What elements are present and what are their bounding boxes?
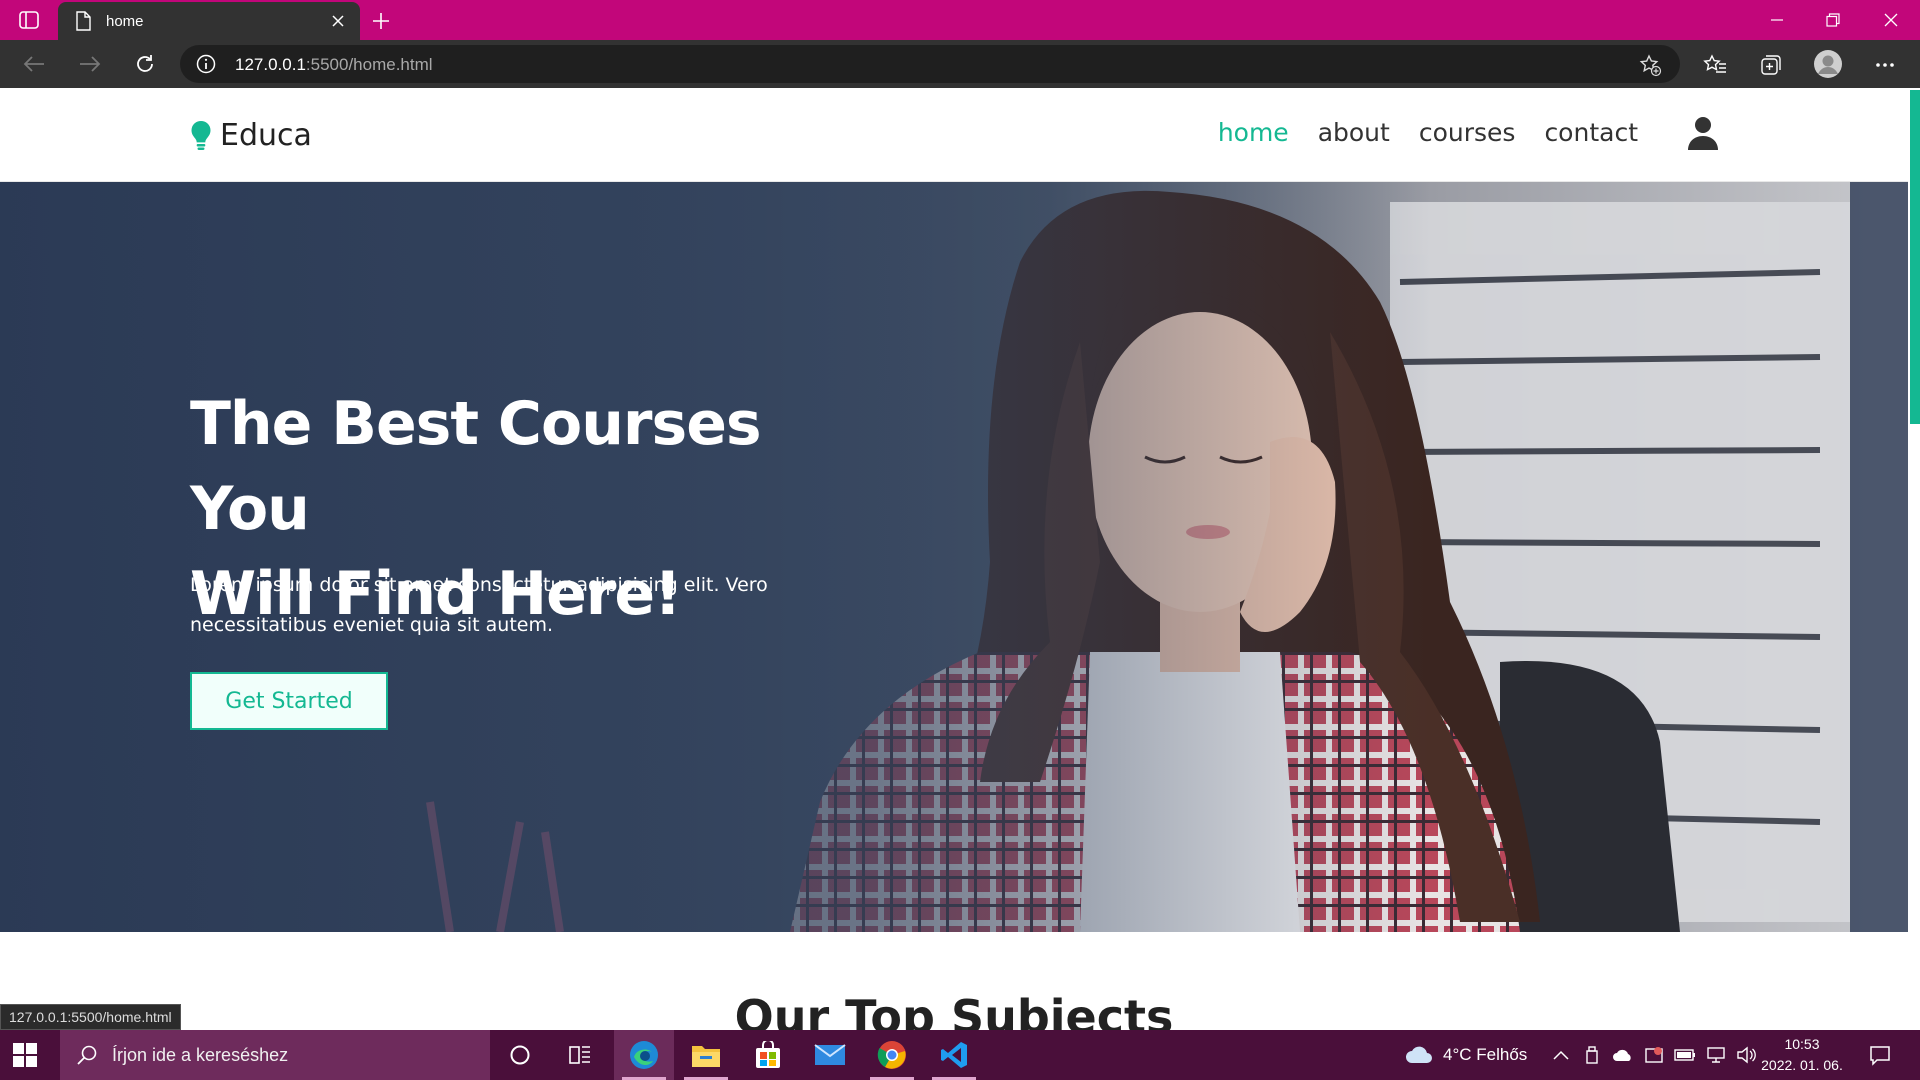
page-viewport: Educa home about courses contact The Bes… [0,88,1920,1030]
cloud-icon [1406,1046,1432,1063]
usb-device-icon[interactable] [1584,1046,1600,1064]
notifications-icon[interactable] [1850,1030,1910,1080]
taskbar-search-box[interactable]: Írjon ide a kereséshez [60,1030,490,1080]
clock[interactable]: 10:53 2022. 01. 06. [1752,1034,1852,1076]
url-text: 127.0.0.1:5500/home.html [235,55,433,74]
forward-arrow-icon[interactable] [76,50,104,78]
mail-icon[interactable] [800,1030,860,1080]
collections-icon[interactable] [1758,52,1784,78]
search-placeholder: Írjon ide a kereséshez [112,1044,289,1065]
back-arrow-icon[interactable] [20,50,48,78]
add-favorite-icon[interactable] [1638,53,1662,77]
close-tab-icon[interactable] [328,11,348,31]
site-logo[interactable]: Educa [190,118,312,153]
network-icon[interactable] [1706,1046,1726,1064]
lightbulb-icon [191,120,211,150]
weather-widget[interactable]: 4°C Felhős [1405,1030,1527,1080]
edge-browser-icon[interactable] [614,1030,674,1080]
minimize-button[interactable] [1748,0,1806,40]
tab-actions-menu-icon[interactable] [18,9,40,31]
search-icon [77,1045,97,1065]
browser-tab-home[interactable]: home [58,2,360,40]
chrome-icon[interactable] [862,1030,922,1080]
windows-taskbar: Írjon ide a kereséshez 4°C Felhős 10:53 [0,1030,1920,1080]
browser-toolbar: 127.0.0.1:5500/home.html [0,40,1920,88]
hero-section: The Best Courses You Will Find Here! Lore… [0,182,1908,932]
profile-avatar-icon[interactable] [1813,49,1843,79]
nav-contact-link[interactable]: contact [1544,118,1638,147]
tab-title: home [106,12,144,30]
hero-description: Lorem ipsum dolor sit amet consectetur a… [190,574,768,636]
page-scrollbar[interactable] [1908,88,1920,1030]
user-icon[interactable] [1686,116,1720,152]
task-view-icon[interactable] [550,1030,610,1080]
main-nav: home about courses contact [1218,118,1638,147]
address-bar[interactable]: 127.0.0.1:5500/home.html [180,45,1680,83]
favorites-icon[interactable] [1702,52,1728,78]
nav-home-link[interactable]: home [1218,118,1289,147]
clock-date: 2022. 01. 06. [1761,1057,1843,1073]
vscode-icon[interactable] [924,1030,984,1080]
weather-text: 4°C Felhős [1443,1045,1528,1064]
status-bar-url: 127.0.0.1:5500/home.html [0,1004,181,1030]
section-heading: Our Top Subjects [734,990,1174,1030]
scrollbar-thumb[interactable] [1910,90,1920,424]
page-icon [76,11,91,31]
battery-icon[interactable] [1674,1048,1696,1062]
site-info-icon[interactable] [196,54,216,74]
logo-text: Educa [220,118,312,153]
cortana-icon[interactable] [490,1030,550,1080]
system-tray [1552,1030,1756,1080]
file-explorer-icon[interactable] [676,1030,736,1080]
new-tab-button[interactable] [368,8,394,34]
nav-about-link[interactable]: about [1318,118,1390,147]
browser-title-bar: home [0,0,1920,40]
get-started-button[interactable]: Get Started [190,672,388,730]
site-header: Educa home about courses contact [0,88,1908,182]
microsoft-store-icon[interactable] [738,1030,798,1080]
nav-courses-link[interactable]: courses [1419,118,1516,147]
more-options-icon[interactable] [1872,52,1898,78]
windows-start-icon[interactable] [12,1042,38,1068]
chevron-up-icon[interactable] [1552,1049,1570,1061]
security-icon[interactable] [1644,1045,1664,1065]
onedrive-icon[interactable] [1612,1047,1634,1063]
clock-time: 10:53 [1784,1036,1820,1052]
refresh-icon[interactable] [131,50,159,78]
close-window-button[interactable] [1862,0,1920,40]
restore-button[interactable] [1804,0,1862,40]
